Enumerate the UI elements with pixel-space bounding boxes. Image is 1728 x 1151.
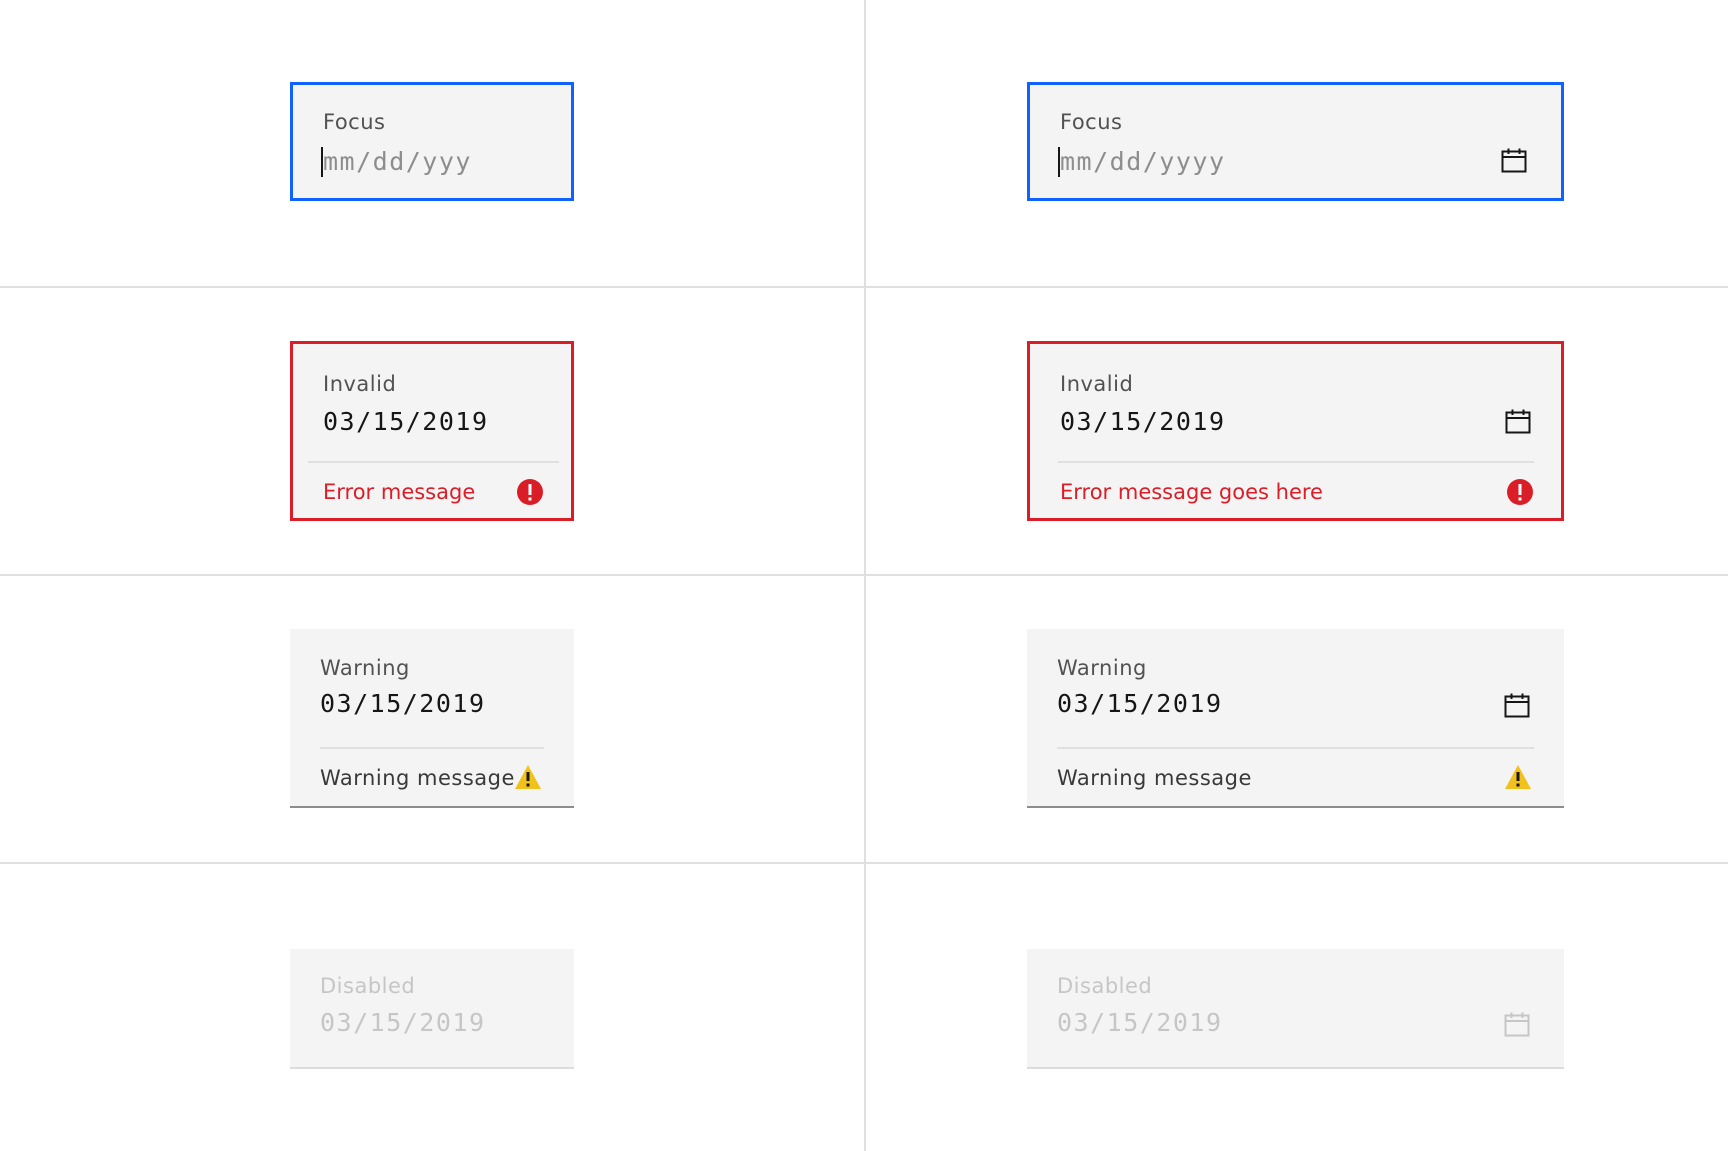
field-divider bbox=[1057, 747, 1534, 749]
row-divider bbox=[0, 574, 1728, 576]
date-placeholder[interactable]: mm/dd/yyyy bbox=[1060, 147, 1226, 176]
field-divider bbox=[308, 461, 559, 463]
error-icon bbox=[517, 479, 543, 505]
calendar-icon[interactable] bbox=[1501, 148, 1527, 174]
field-label: Focus bbox=[1060, 110, 1123, 134]
field-label: Invalid bbox=[1060, 372, 1134, 396]
date-input-focus-simple[interactable]: Focus mm/dd/yyy bbox=[290, 82, 574, 201]
calendar-icon[interactable] bbox=[1505, 409, 1531, 435]
field-label: Warning bbox=[1057, 656, 1147, 680]
row-divider bbox=[0, 286, 1728, 288]
field-label: Focus bbox=[323, 110, 386, 134]
error-message: Error message bbox=[323, 480, 476, 504]
warning-icon bbox=[1505, 765, 1531, 789]
date-input-disabled-simple: Disabled 03/15/2019 bbox=[290, 949, 574, 1069]
date-placeholder[interactable]: mm/dd/yyy bbox=[323, 147, 472, 176]
warning-message: Warning message bbox=[1057, 766, 1252, 790]
date-input-invalid-simple[interactable]: Invalid 03/15/2019 Error message bbox=[290, 341, 574, 521]
date-picker-focus[interactable]: Focus mm/dd/yyyy bbox=[1027, 82, 1564, 201]
date-value[interactable]: 03/15/2019 bbox=[320, 689, 486, 718]
row-divider bbox=[0, 862, 1728, 864]
date-picker-invalid[interactable]: Invalid 03/15/2019 Error message goes he… bbox=[1027, 341, 1564, 521]
field-divider bbox=[320, 747, 544, 749]
field-label: Disabled bbox=[1057, 974, 1153, 998]
field-label: Invalid bbox=[323, 372, 397, 396]
date-value[interactable]: 03/15/2019 bbox=[323, 407, 489, 436]
calendar-icon bbox=[1504, 1012, 1530, 1037]
field-divider bbox=[1058, 461, 1534, 463]
field-label: Disabled bbox=[320, 974, 416, 998]
error-message: Error message goes here bbox=[1060, 480, 1323, 504]
field-label: Warning bbox=[320, 656, 410, 680]
date-value[interactable]: 03/15/2019 bbox=[1060, 407, 1226, 436]
date-value: 03/15/2019 bbox=[1057, 1008, 1223, 1037]
warning-icon bbox=[515, 765, 541, 789]
date-picker-warning[interactable]: Warning 03/15/2019 Warning message bbox=[1027, 629, 1564, 808]
date-value: 03/15/2019 bbox=[320, 1008, 486, 1037]
date-value[interactable]: 03/15/2019 bbox=[1057, 689, 1223, 718]
warning-message: Warning message bbox=[320, 766, 515, 790]
calendar-icon[interactable] bbox=[1504, 693, 1530, 719]
error-icon bbox=[1507, 479, 1533, 505]
date-picker-disabled: Disabled 03/15/2019 bbox=[1027, 949, 1564, 1069]
date-input-warning-simple[interactable]: Warning 03/15/2019 Warning message bbox=[290, 629, 574, 808]
